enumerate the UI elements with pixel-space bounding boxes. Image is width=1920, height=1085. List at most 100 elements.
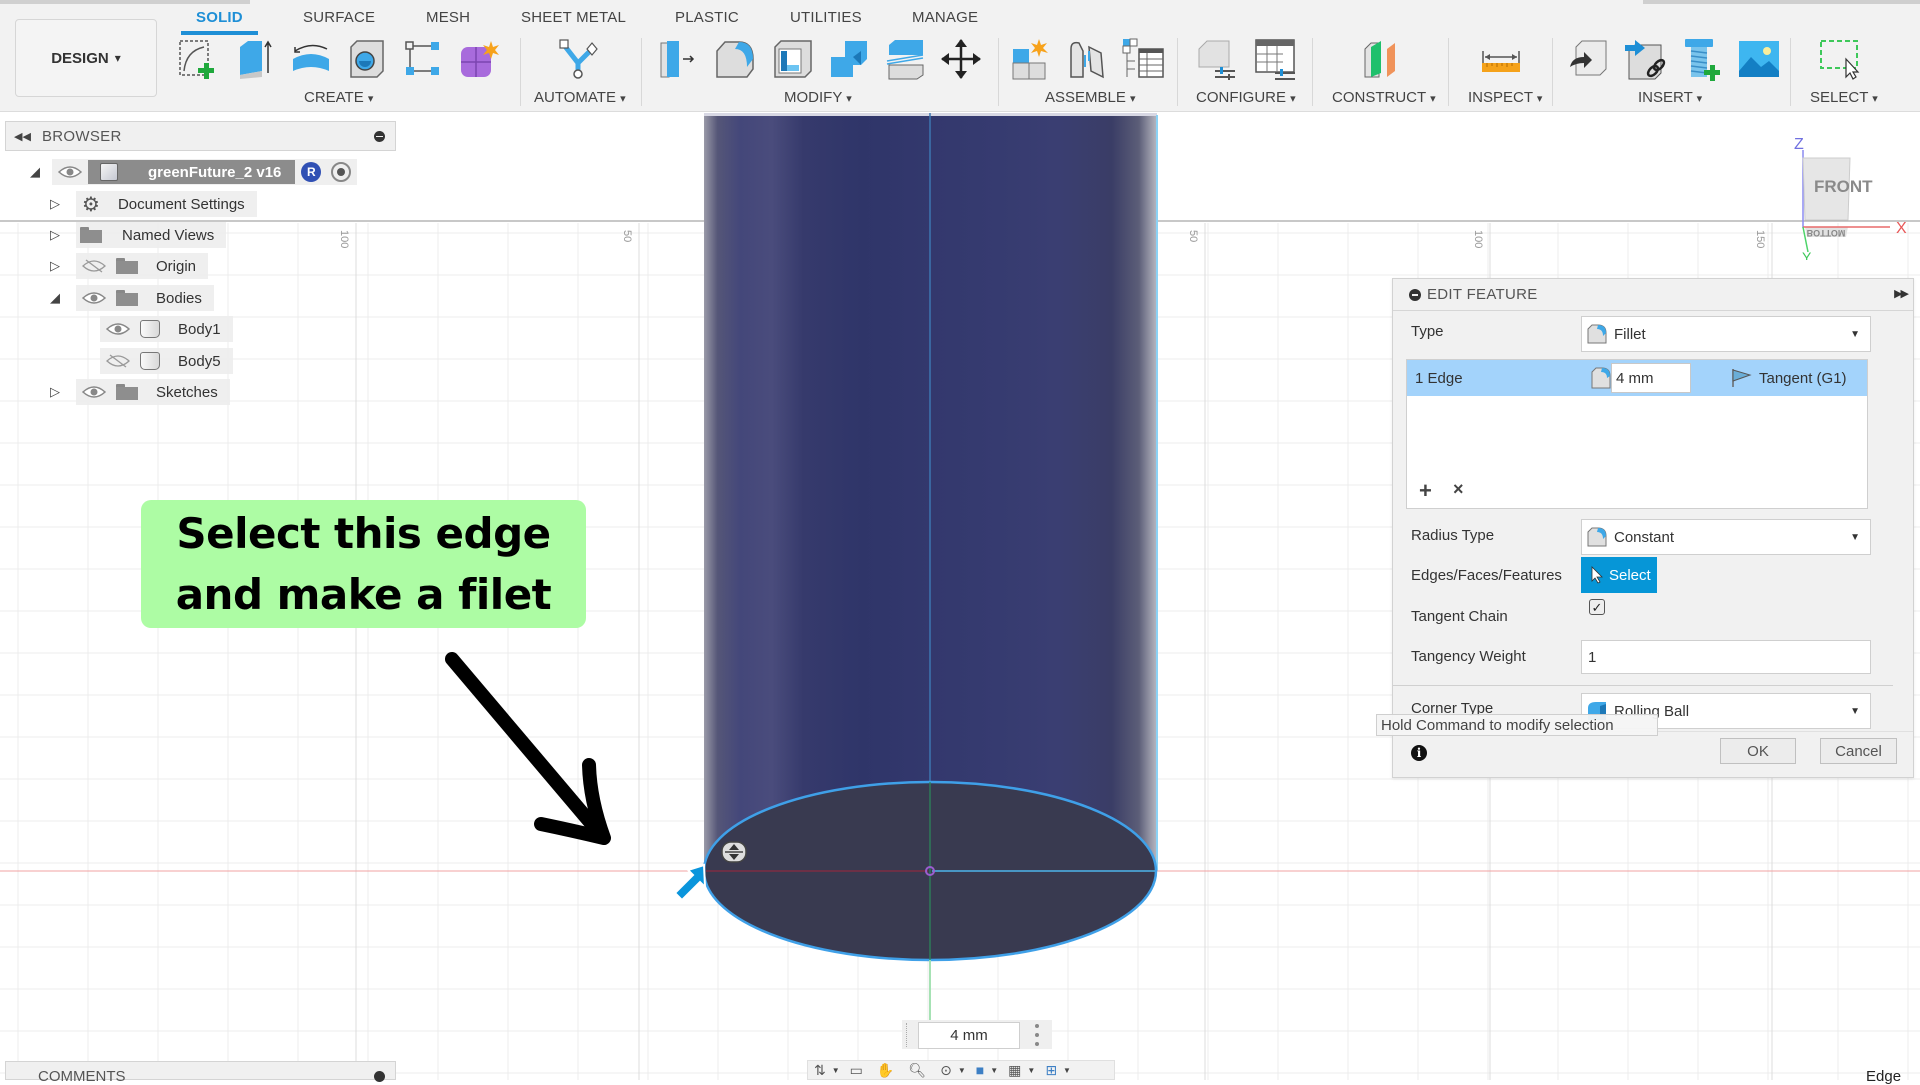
- edge-row-selected[interactable]: 1 Edge 4 mm Tangent (G1): [1407, 360, 1867, 396]
- viewports-icon[interactable]: ⊞: [1045, 1062, 1057, 1079]
- configure-group-label[interactable]: CONFIGURE ▾: [1196, 89, 1296, 106]
- automate-group-label[interactable]: AUTOMATE ▾: [534, 89, 626, 106]
- move-icon[interactable]: [938, 36, 984, 82]
- chevron-down-icon[interactable]: ▼: [990, 1066, 998, 1075]
- expanded-triangle-icon[interactable]: ◢: [48, 290, 62, 306]
- eye-icon[interactable]: [81, 291, 107, 305]
- activate-radio-icon[interactable]: [331, 162, 352, 182]
- expand-dialog-icon[interactable]: ▶▶: [1894, 287, 1909, 300]
- combine-icon[interactable]: [826, 36, 872, 82]
- revolve-icon[interactable]: [288, 36, 334, 82]
- tangency-weight-input[interactable]: 1: [1581, 640, 1871, 674]
- select-group-label[interactable]: SELECT ▾: [1810, 89, 1878, 106]
- configure-icon[interactable]: [1194, 36, 1240, 82]
- collapsed-triangle-icon[interactable]: ▷: [48, 196, 62, 212]
- remove-edge-set-button[interactable]: ×: [1453, 479, 1464, 500]
- continuity-dropdown[interactable]: Tangent (G1): [1759, 370, 1847, 387]
- display-settings-icon[interactable]: ■: [976, 1062, 984, 1078]
- document-name[interactable]: greenFuture_2 v16: [88, 160, 296, 184]
- extrude-icon[interactable]: [231, 36, 277, 82]
- expanded-triangle-icon[interactable]: ◢: [28, 164, 42, 180]
- tangent-chain-checkbox[interactable]: ✓: [1589, 599, 1605, 615]
- info-icon[interactable]: i: [1411, 745, 1427, 761]
- tab-surface[interactable]: SURFACE: [303, 9, 375, 26]
- add-comment-icon[interactable]: [374, 1071, 385, 1082]
- insert-canvas-icon[interactable]: [1736, 36, 1782, 82]
- collapsed-triangle-icon[interactable]: ▷: [48, 384, 62, 400]
- create-form-icon[interactable]: [456, 36, 502, 82]
- dialog-header[interactable]: EDIT FEATURE ▶▶: [1393, 279, 1913, 311]
- eye-icon[interactable]: [81, 385, 107, 399]
- measure-icon[interactable]: [1478, 36, 1524, 82]
- drag-handle[interactable]: [906, 1023, 909, 1047]
- fillet-radius-dimension-input[interactable]: 4 mm: [918, 1022, 1020, 1049]
- chevron-down-icon[interactable]: ▼: [1063, 1066, 1071, 1075]
- workspace-switcher-button[interactable]: DESIGN ▾: [15, 19, 157, 97]
- modify-group-label[interactable]: MODIFY ▾: [784, 89, 852, 106]
- collapse-dialog-icon[interactable]: [1409, 288, 1421, 301]
- tab-plastic[interactable]: PLASTIC: [675, 9, 739, 26]
- press-pull-icon[interactable]: [654, 36, 700, 82]
- radius-input[interactable]: 4 mm: [1611, 363, 1691, 393]
- add-edge-set-button[interactable]: +: [1419, 478, 1432, 504]
- ok-button[interactable]: OK: [1720, 738, 1796, 764]
- browser-item-bodies[interactable]: ◢ Bodies: [48, 284, 214, 312]
- assemble-group-label[interactable]: ASSEMBLE ▾: [1045, 89, 1136, 106]
- window-select-icon[interactable]: [1817, 36, 1863, 82]
- zoom-icon[interactable]: 🔍︎: [908, 1062, 926, 1079]
- look-at-icon[interactable]: ▭: [850, 1062, 863, 1079]
- orbit-icon[interactable]: ⇅: [814, 1062, 826, 1079]
- eye-icon[interactable]: [105, 322, 131, 336]
- tab-mesh[interactable]: MESH: [426, 9, 470, 26]
- insert-mcmaster-icon[interactable]: [1680, 36, 1726, 82]
- browser-item-named-views[interactable]: ▷ Named Views: [48, 221, 227, 249]
- eye-hidden-icon[interactable]: [82, 259, 106, 273]
- collapse-panel-icon[interactable]: ◀◀: [14, 130, 34, 143]
- browser-item-origin[interactable]: ▷ Origin: [48, 252, 209, 280]
- reference-badge[interactable]: R: [301, 162, 322, 182]
- select-edges-button[interactable]: Select: [1581, 557, 1657, 593]
- create-sketch-icon[interactable]: [175, 36, 221, 82]
- split-body-icon[interactable]: [882, 36, 928, 82]
- cancel-button[interactable]: Cancel: [1820, 738, 1897, 764]
- rectangular-pattern-icon[interactable]: [400, 36, 446, 82]
- fillet-icon[interactable]: [712, 36, 758, 82]
- tab-manage[interactable]: MANAGE: [912, 9, 978, 26]
- fit-icon[interactable]: ⊙: [940, 1062, 952, 1079]
- browser-root-item[interactable]: ◢ greenFuture_2 v16 R: [28, 158, 358, 186]
- more-options-icon[interactable]: [1035, 1024, 1039, 1046]
- offset-plane-icon[interactable]: [1358, 36, 1404, 82]
- configure-table-icon[interactable]: [1252, 36, 1298, 82]
- browser-item-body1[interactable]: Body1: [100, 315, 233, 343]
- construct-group-label[interactable]: CONSTRUCT ▾: [1332, 89, 1436, 106]
- comments-panel-header[interactable]: COMMENTS: [5, 1061, 396, 1085]
- joint-icon[interactable]: [1064, 36, 1110, 82]
- insert-derive-icon[interactable]: [1565, 36, 1611, 82]
- insert-link-icon[interactable]: [1622, 36, 1668, 82]
- pan-hand-icon[interactable]: ✋: [877, 1062, 894, 1079]
- viewcube[interactable]: Z FRONT BOTTOM X Y: [1790, 130, 1920, 260]
- chevron-down-icon[interactable]: ▼: [1027, 1066, 1035, 1075]
- chevron-down-icon[interactable]: ▼: [958, 1066, 966, 1075]
- create-group-label[interactable]: CREATE ▾: [304, 89, 373, 106]
- tab-sheet-metal[interactable]: SHEET METAL: [521, 9, 626, 26]
- new-component-icon[interactable]: [1008, 36, 1054, 82]
- browser-item-sketches[interactable]: ▷ Sketches: [48, 378, 230, 406]
- automate-icon[interactable]: [555, 36, 601, 82]
- browser-item-body5[interactable]: Body5: [100, 347, 233, 375]
- tab-solid[interactable]: SOLID: [196, 9, 243, 26]
- shell-icon[interactable]: [770, 36, 816, 82]
- inspect-group-label[interactable]: INSPECT ▾: [1468, 89, 1542, 106]
- type-dropdown[interactable]: Fillet ▼: [1581, 316, 1871, 352]
- viewcube-front-label[interactable]: FRONT: [1814, 177, 1873, 196]
- insert-group-label[interactable]: INSERT ▾: [1638, 89, 1702, 106]
- radius-type-dropdown[interactable]: Constant ▼: [1581, 519, 1871, 555]
- collapsed-triangle-icon[interactable]: ▷: [48, 227, 62, 243]
- eye-icon[interactable]: [57, 165, 83, 179]
- chevron-down-icon[interactable]: ▼: [832, 1066, 840, 1075]
- cylinder-body[interactable]: [704, 115, 1157, 875]
- tab-utilities[interactable]: UTILITIES: [790, 9, 862, 26]
- browser-item-document-settings[interactable]: ▷ ⚙ Document Settings: [48, 190, 257, 218]
- collapsed-triangle-icon[interactable]: ▷: [48, 258, 62, 274]
- bom-table-icon[interactable]: [1120, 36, 1166, 82]
